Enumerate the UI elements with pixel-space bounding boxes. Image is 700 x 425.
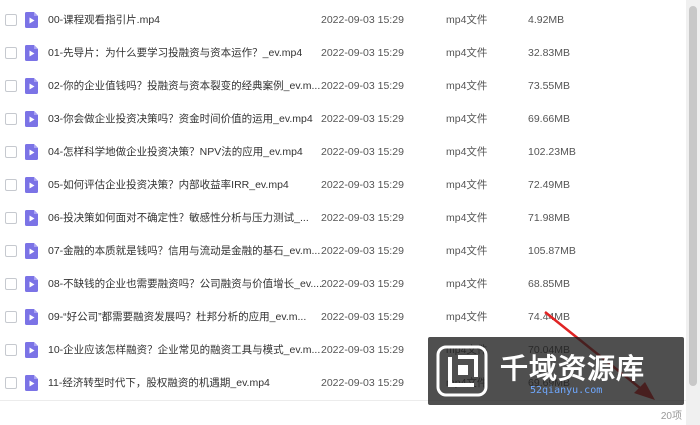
checkbox-icon[interactable] — [5, 212, 17, 224]
checkbox-icon[interactable] — [5, 377, 17, 389]
file-row[interactable]: 03-你会做企业投资决策吗？资金时间价值的运用_ev.mp4 2022-09-03… — [0, 103, 684, 136]
checkbox-icon[interactable] — [5, 113, 17, 125]
file-name[interactable]: 05-如何评估企业投资决策？内部收益率IRR_ev.mp4 — [48, 169, 289, 202]
file-size: 71.98MB — [528, 212, 571, 224]
file-row[interactable]: 07-金融的本质就是钱吗？信用与流动是金融的基石_ev.m... 2022-09-… — [0, 235, 684, 268]
watermark-title: 千域资源库 — [500, 352, 646, 385]
file-type: mp4文件 — [446, 80, 488, 92]
file-name[interactable]: 06-投决策如何面对不确定性？敏感性分析与压力测试_... — [48, 202, 309, 235]
video-file-icon — [25, 177, 38, 193]
video-file-icon — [25, 144, 38, 160]
file-row[interactable]: 05-如何评估企业投资决策？内部收益率IRR_ev.mp4 2022-09-03 … — [0, 169, 684, 202]
file-size: 69.66MB — [528, 113, 571, 125]
file-name[interactable]: 02-你的企业值钱吗？投融资与资本裂变的经典案例_ev.m... — [48, 70, 320, 103]
video-file-icon — [25, 243, 38, 259]
file-row[interactable]: 08-不缺钱的企业也需要融资吗？公司融资与价值增长_ev.... 2022-09-… — [0, 268, 684, 301]
watermark-logo-icon — [436, 345, 488, 397]
file-name[interactable]: 07-金融的本质就是钱吗？信用与流动是金融的基石_ev.m... — [48, 235, 320, 268]
file-row[interactable]: 09-“好公司”都需要融资发展吗？杜邦分析的应用_ev.m... 2022-09-… — [0, 301, 684, 334]
checkbox-icon[interactable] — [5, 278, 17, 290]
file-type: mp4文件 — [446, 245, 488, 257]
watermark-banner: 千域资源库 52qianyu.com — [428, 337, 684, 405]
file-name[interactable]: 11-经济转型时代下，股权融资的机遇期_ev.mp4 — [48, 367, 270, 400]
file-type: mp4文件 — [446, 311, 488, 323]
checkbox-icon[interactable] — [5, 179, 17, 191]
file-size: 105.87MB — [528, 245, 576, 257]
checkbox-icon[interactable] — [5, 344, 17, 356]
video-file-icon — [25, 12, 38, 28]
file-date: 2022-09-03 15:29 — [321, 278, 404, 290]
video-file-icon — [25, 342, 38, 358]
file-name[interactable]: 04-怎样科学地做企业投资决策？NPV法的应用_ev.mp4 — [48, 136, 303, 169]
video-file-icon — [25, 45, 38, 61]
checkbox-icon[interactable] — [5, 80, 17, 92]
file-date: 2022-09-03 15:29 — [321, 245, 404, 257]
video-file-icon — [25, 210, 38, 226]
file-date: 2022-09-03 15:29 — [321, 377, 404, 389]
file-size: 4.92MB — [528, 14, 565, 26]
file-date: 2022-09-03 15:29 — [321, 14, 404, 26]
file-type: mp4文件 — [446, 14, 488, 26]
file-date: 2022-09-03 15:29 — [321, 47, 404, 59]
file-date: 2022-09-03 15:29 — [321, 344, 404, 356]
file-name[interactable]: 03-你会做企业投资决策吗？资金时间价值的运用_ev.mp4 — [48, 103, 313, 136]
video-file-icon — [25, 78, 38, 94]
file-size: 102.23MB — [528, 146, 576, 158]
file-size: 68.85MB — [528, 278, 571, 290]
file-date: 2022-09-03 15:29 — [321, 179, 404, 191]
video-file-icon — [25, 309, 38, 325]
file-size: 32.83MB — [528, 47, 571, 59]
video-file-icon — [25, 276, 38, 292]
file-size: 73.55MB — [528, 80, 571, 92]
file-date: 2022-09-03 15:29 — [321, 311, 404, 323]
scrollbar-thumb[interactable] — [689, 6, 697, 386]
file-date: 2022-09-03 15:29 — [321, 212, 404, 224]
file-row[interactable]: 06-投决策如何面对不确定性？敏感性分析与压力测试_... 2022-09-03 … — [0, 202, 684, 235]
file-type: mp4文件 — [446, 278, 488, 290]
file-date: 2022-09-03 15:29 — [321, 80, 404, 92]
file-type: mp4文件 — [446, 212, 488, 224]
checkbox-icon[interactable] — [5, 47, 17, 59]
file-name[interactable]: 00-课程观看指引片.mp4 — [48, 4, 160, 37]
video-file-icon — [25, 111, 38, 127]
checkbox-icon[interactable] — [5, 14, 17, 26]
file-name[interactable]: 01-先导片：为什么要学习投融资与资本运作？_ev.mp4 — [48, 37, 302, 70]
file-type: mp4文件 — [446, 47, 488, 59]
checkbox-icon[interactable] — [5, 146, 17, 158]
file-row[interactable]: 00-课程观看指引片.mp4 2022-09-03 15:29 mp4文件 4.92M… — [0, 4, 684, 37]
file-row[interactable]: 02-你的企业值钱吗？投融资与资本裂变的经典案例_ev.m... 2022-09-… — [0, 70, 684, 103]
file-type: mp4文件 — [446, 179, 488, 191]
scrollbar-track[interactable] — [686, 0, 700, 425]
file-row[interactable]: 04-怎样科学地做企业投资决策？NPV法的应用_ev.mp4 2022-09-03… — [0, 136, 684, 169]
watermark-url: 52qianyu.com — [530, 385, 603, 396]
file-size: 72.49MB — [528, 179, 571, 191]
file-row[interactable]: 01-先导片：为什么要学习投融资与资本运作？_ev.mp4 2022-09-03 … — [0, 37, 684, 70]
file-type: mp4文件 — [446, 113, 488, 125]
file-name[interactable]: 09-“好公司”都需要融资发展吗？杜邦分析的应用_ev.m... — [48, 301, 306, 334]
video-file-icon — [25, 375, 38, 391]
file-size: 74.44MB — [528, 311, 571, 323]
checkbox-icon[interactable] — [5, 311, 17, 323]
item-count: 20项 — [660, 411, 682, 422]
file-type: mp4文件 — [446, 146, 488, 158]
checkbox-icon[interactable] — [5, 245, 17, 257]
file-date: 2022-09-03 15:29 — [321, 113, 404, 125]
file-date: 2022-09-03 15:29 — [321, 146, 404, 158]
file-name[interactable]: 08-不缺钱的企业也需要融资吗？公司融资与价值增长_ev.... — [48, 268, 322, 301]
file-name[interactable]: 10-企业应该怎样融资？企业常见的融资工具与模式_ev.m... — [48, 334, 320, 367]
